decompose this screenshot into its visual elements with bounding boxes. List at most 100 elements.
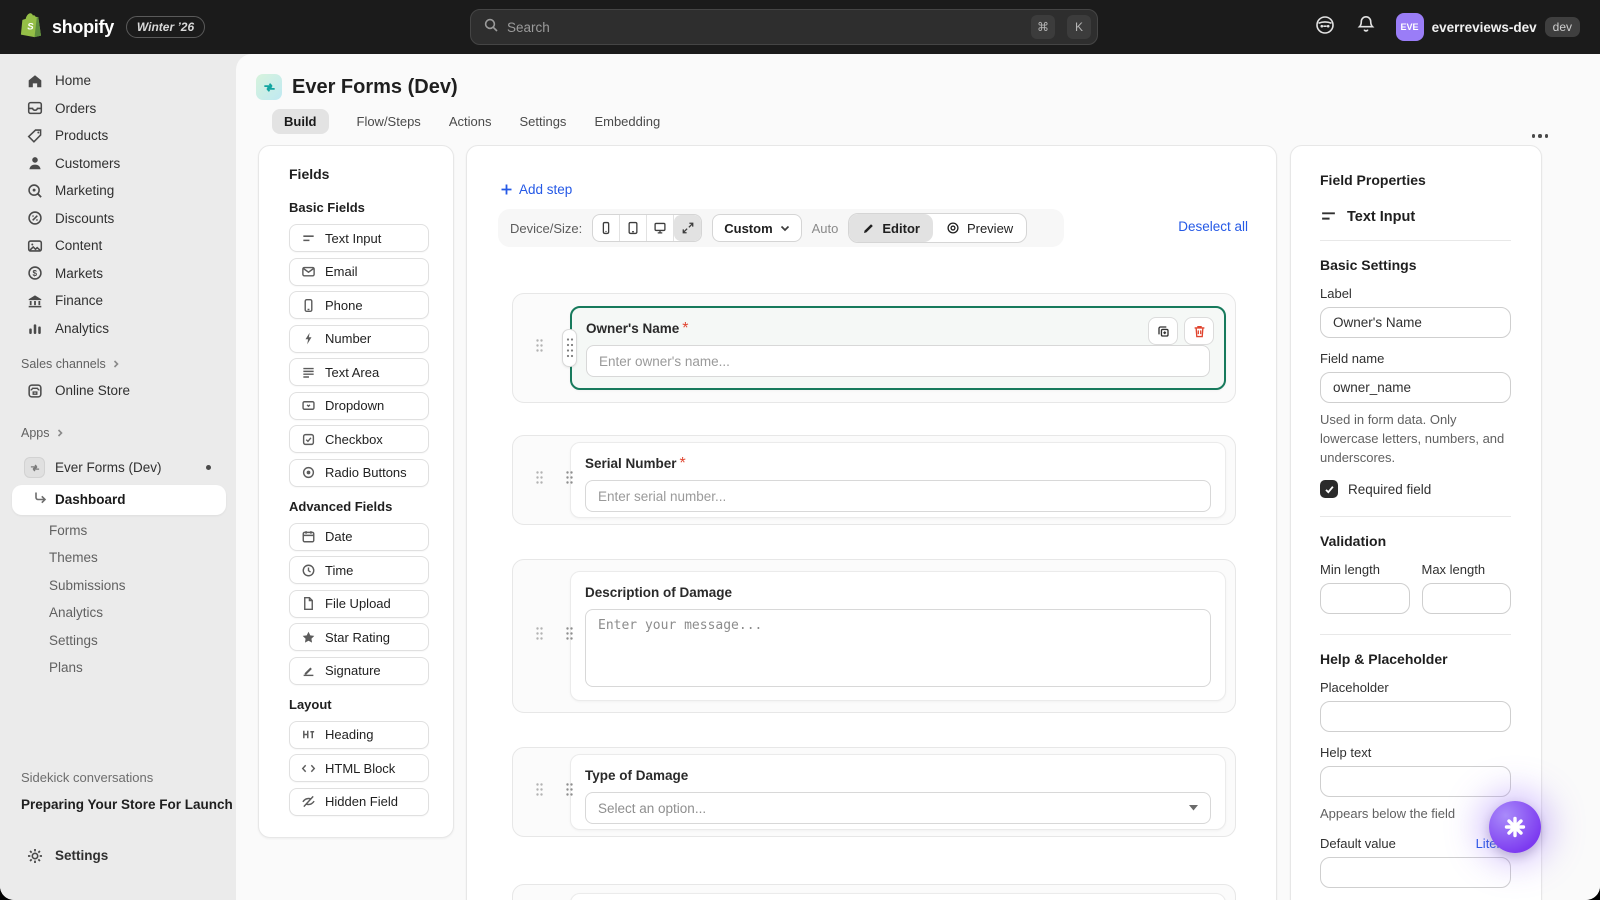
- drag-handle-icon[interactable]: [535, 470, 544, 491]
- sidebar-item-online-store[interactable]: Online Store: [0, 377, 236, 405]
- sidebar-item-customers[interactable]: Customers: [0, 150, 236, 178]
- device-fullwidth-button[interactable]: [674, 215, 701, 241]
- field-drag-handle[interactable]: [565, 470, 574, 491]
- serial-number-input[interactable]: [585, 480, 1211, 512]
- help-text-input[interactable]: [1320, 766, 1511, 797]
- tab-actions[interactable]: Actions: [449, 109, 492, 134]
- number-icon: [300, 331, 316, 347]
- preview-mode-button[interactable]: Preview: [933, 214, 1026, 242]
- sidebar-item-marketing[interactable]: Marketing: [0, 177, 236, 205]
- default-value-input[interactable]: [1320, 857, 1511, 888]
- field-type-star-rating[interactable]: Star Rating: [289, 623, 429, 651]
- field-drag-handle[interactable]: [565, 626, 574, 647]
- field-type-time[interactable]: Time: [289, 556, 429, 584]
- field-type-number[interactable]: Number: [289, 325, 429, 353]
- duplicate-icon: [1156, 324, 1171, 339]
- bell-icon[interactable]: [1356, 14, 1376, 40]
- duplicate-field-button[interactable]: [1148, 317, 1178, 345]
- sidebar-item-home[interactable]: Home: [0, 67, 236, 95]
- field-type-hidden-field[interactable]: Hidden Field: [289, 788, 429, 816]
- form-field-owners-name[interactable]: Owner's Name*: [570, 306, 1226, 390]
- tab-embedding[interactable]: Embedding: [594, 109, 660, 134]
- sidebar-item-content[interactable]: Content: [0, 232, 236, 260]
- field-type-text-area[interactable]: Text Area: [289, 358, 429, 386]
- tab-flow-steps[interactable]: Flow/Steps: [357, 109, 421, 134]
- max-length-input[interactable]: [1422, 583, 1512, 614]
- drag-handle-icon[interactable]: [535, 782, 544, 803]
- field-type-signature[interactable]: Signature: [289, 657, 429, 685]
- form-step[interactable]: [512, 884, 1236, 900]
- form-step[interactable]: Type of Damage Select an option...: [512, 747, 1236, 837]
- drag-handle-icon[interactable]: [535, 338, 544, 359]
- sidebar-item-forms[interactable]: Forms: [0, 517, 236, 545]
- sidebar-item-app-settings[interactable]: Settings: [0, 627, 236, 655]
- device-phone-button[interactable]: [593, 215, 620, 241]
- description-textarea[interactable]: [585, 609, 1211, 687]
- search-input[interactable]: Search ⌘ K: [470, 9, 1098, 45]
- placeholder-label: Placeholder: [1320, 680, 1511, 695]
- type-of-damage-select[interactable]: Select an option...: [585, 792, 1211, 824]
- form-step[interactable]: Description of Damage: [512, 559, 1236, 713]
- field-type-radio-buttons[interactable]: Radio Buttons: [289, 459, 429, 487]
- apps-header[interactable]: Apps: [0, 420, 236, 446]
- field-drag-handle[interactable]: [562, 329, 577, 367]
- sidebar-item-ever-forms-app[interactable]: Ever Forms (Dev): [0, 453, 236, 483]
- deselect-all-link[interactable]: Deselect all: [1178, 219, 1248, 234]
- form-step[interactable]: Serial Number*: [512, 435, 1236, 525]
- sidebar-item-dashboard[interactable]: Dashboard: [12, 485, 226, 515]
- sidebar-item-settings[interactable]: Settings: [0, 842, 236, 870]
- tab-build[interactable]: Build: [272, 109, 329, 134]
- group-layout: Layout: [289, 697, 429, 712]
- form-field-type-of-damage[interactable]: Type of Damage Select an option...: [570, 754, 1226, 830]
- sidebar-item-markets[interactable]: $ Markets: [0, 260, 236, 288]
- device-desktop-button[interactable]: [647, 215, 674, 241]
- orders-icon: [26, 99, 44, 117]
- form-step[interactable]: Owner's Name*: [512, 293, 1236, 403]
- sidebar-item-themes[interactable]: Themes: [0, 544, 236, 572]
- form-field-serial-number[interactable]: Serial Number*: [570, 442, 1226, 518]
- sidebar-item-app-analytics[interactable]: Analytics: [0, 599, 236, 627]
- caret-down-icon: [1189, 805, 1198, 811]
- size-preset-dropdown[interactable]: Custom: [712, 214, 801, 242]
- sidebar-item-finance[interactable]: Finance: [0, 287, 236, 315]
- field-type-text-input[interactable]: Text Input: [289, 224, 429, 252]
- field-type-file-upload[interactable]: File Upload: [289, 590, 429, 618]
- drag-handle-icon[interactable]: [535, 626, 544, 647]
- form-field-description-of-damage[interactable]: Description of Damage: [570, 571, 1226, 701]
- version-badge[interactable]: Winter ’26: [126, 16, 205, 38]
- account-menu[interactable]: EVE everreviews-dev dev: [1396, 13, 1580, 41]
- required-checkbox[interactable]: [1320, 480, 1338, 498]
- editor-mode-button[interactable]: Editor: [849, 214, 933, 242]
- placeholder-input[interactable]: [1320, 701, 1511, 732]
- sales-channels-header[interactable]: Sales channels: [0, 351, 236, 377]
- add-step-button[interactable]: Add step: [500, 182, 572, 197]
- field-type-heading[interactable]: Heading: [289, 721, 429, 749]
- sidekick-conversations-label: Sidekick conversations: [21, 770, 153, 785]
- field-type-html-block[interactable]: HTML Block: [289, 754, 429, 782]
- sidekick-fab-button[interactable]: [1489, 801, 1541, 853]
- form-field-partial[interactable]: [570, 893, 1226, 900]
- field-type-dropdown[interactable]: Dropdown: [289, 392, 429, 420]
- tab-settings[interactable]: Settings: [519, 109, 566, 134]
- sidebar-item-submissions[interactable]: Submissions: [0, 572, 236, 600]
- delete-field-button[interactable]: [1184, 317, 1214, 345]
- min-length-input[interactable]: [1320, 583, 1410, 614]
- field-drag-handle[interactable]: [565, 782, 574, 803]
- sidebar-item-analytics[interactable]: Analytics: [0, 315, 236, 343]
- owners-name-input[interactable]: [586, 345, 1210, 377]
- shopify-logo[interactable]: S shopify: [20, 12, 114, 43]
- more-menu-button[interactable]: [1532, 134, 1549, 138]
- field-name-input[interactable]: [1320, 372, 1511, 403]
- sidekick-conversation-item[interactable]: Preparing Your Store For Launch: [21, 797, 233, 812]
- field-type-checkbox[interactable]: Checkbox: [289, 425, 429, 453]
- device-tablet-button[interactable]: [620, 215, 647, 241]
- sidebar-item-plans[interactable]: Plans: [0, 654, 236, 682]
- field-type-date[interactable]: Date: [289, 523, 429, 551]
- sidebar-item-discounts[interactable]: Discounts: [0, 205, 236, 233]
- sidekick-icon[interactable]: [1314, 14, 1336, 41]
- sidebar-item-products[interactable]: Products: [0, 122, 236, 150]
- label-input[interactable]: [1320, 307, 1511, 338]
- field-type-email[interactable]: Email: [289, 258, 429, 286]
- sidebar-item-orders[interactable]: Orders: [0, 95, 236, 123]
- field-type-phone[interactable]: Phone: [289, 291, 429, 319]
